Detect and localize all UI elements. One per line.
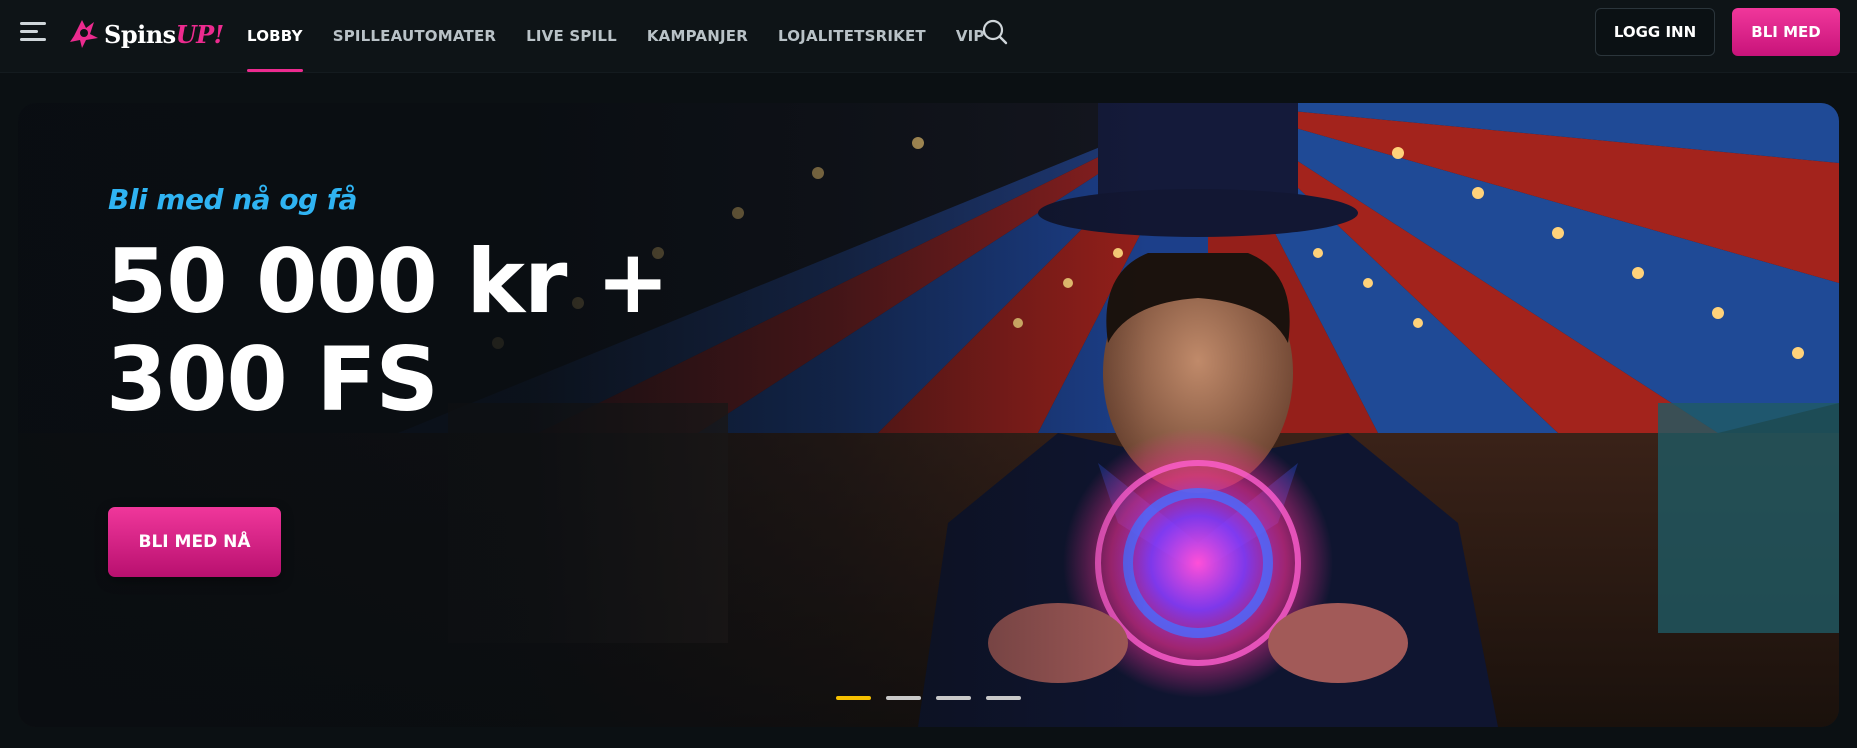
join-button[interactable]: BLI MED bbox=[1732, 8, 1840, 56]
logo-text-spins: Spins bbox=[104, 19, 176, 49]
carousel-dot-1[interactable] bbox=[836, 696, 871, 700]
site-logo[interactable]: Spins UP! bbox=[68, 14, 224, 54]
carousel-dot-4[interactable] bbox=[986, 696, 1021, 700]
carousel-dot-3[interactable] bbox=[936, 696, 971, 700]
hero-join-button[interactable]: BLI MED NÅ bbox=[108, 507, 281, 577]
menu-icon[interactable] bbox=[20, 22, 46, 42]
nav-item-lobby[interactable]: LOBBY bbox=[247, 0, 303, 72]
top-header: Spins UP! LOBBY SPILLEAUTOMATER LIVE SPI… bbox=[0, 0, 1857, 73]
carousel-dot-2[interactable] bbox=[886, 696, 921, 700]
search-icon[interactable] bbox=[981, 18, 1009, 46]
hero-title: 50 000 kr + 300 FS bbox=[106, 233, 726, 429]
hero-subtitle: Bli med nå og få bbox=[108, 183, 357, 216]
hero-title-line2: 300 FS bbox=[106, 328, 439, 431]
nav-item-spilleautomater[interactable]: SPILLEAUTOMATER bbox=[333, 0, 496, 72]
nav-item-kampanjer[interactable]: KAMPANJER bbox=[647, 0, 748, 72]
main-nav: LOBBY SPILLEAUTOMATER LIVE SPILL KAMPANJ… bbox=[247, 0, 1015, 72]
hero-title-line1: 50 000 kr + bbox=[106, 230, 670, 333]
carousel-dots bbox=[836, 696, 1036, 700]
logo-text-up: UP! bbox=[175, 19, 225, 49]
nav-item-lojalitetsriket[interactable]: LOJALITETSRIKET bbox=[778, 0, 926, 72]
logo-icon bbox=[70, 20, 98, 48]
login-button[interactable]: LOGG INN bbox=[1595, 8, 1715, 56]
hero-banner[interactable]: Bli med nå og få 50 000 kr + 300 FS BLI … bbox=[18, 103, 1839, 727]
nav-item-live-spill[interactable]: LIVE SPILL bbox=[526, 0, 617, 72]
